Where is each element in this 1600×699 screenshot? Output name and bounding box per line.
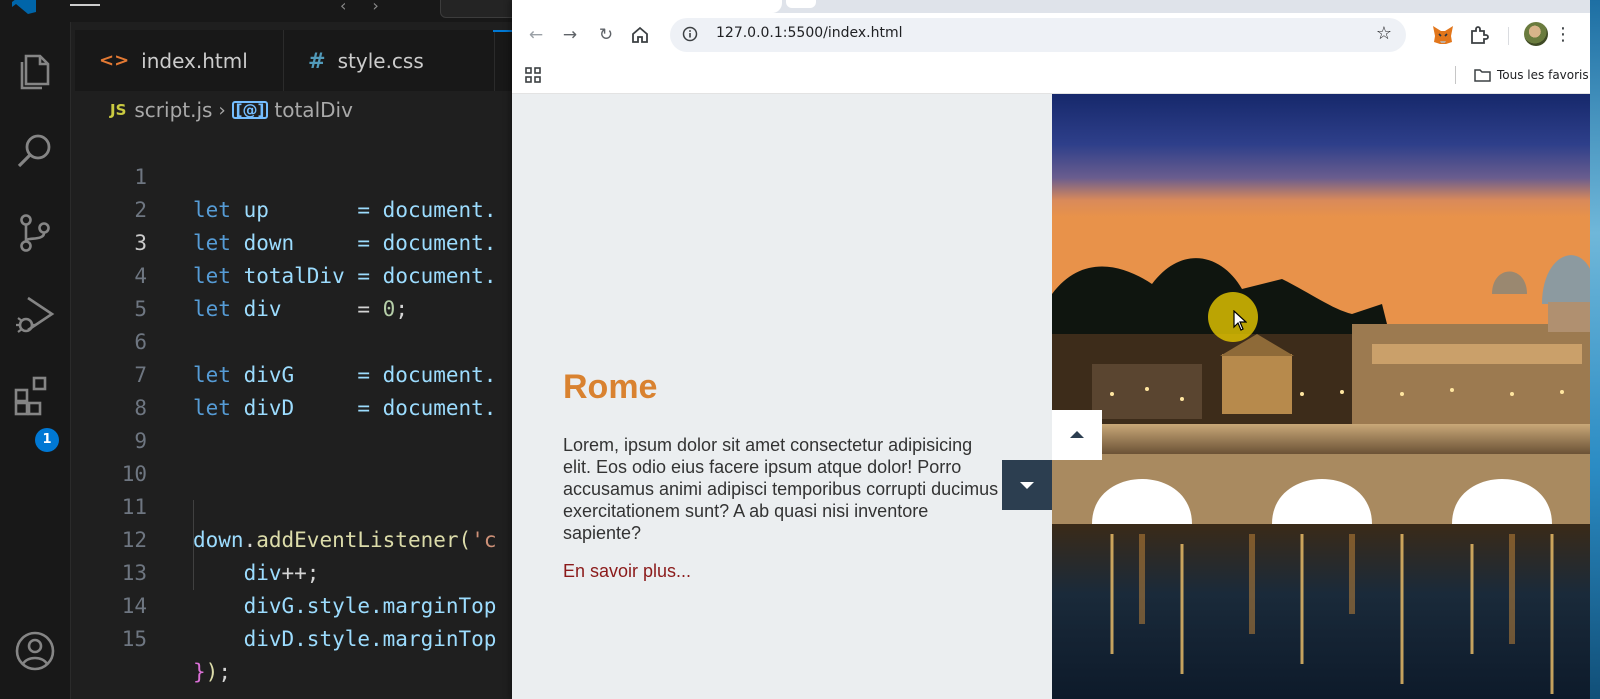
slide-title: Rome — [563, 368, 658, 406]
browser-toolbar: ← → ↻ 127.0.0.1:5500/index.html ☆ ⋮ — [512, 13, 1590, 58]
slide-image — [1052, 94, 1590, 699]
active-tab-indicator — [493, 30, 512, 32]
identifier: divD — [243, 627, 295, 651]
brace: } — [193, 660, 206, 684]
browser-tab[interactable] — [512, 0, 782, 13]
caret-up-icon — [1070, 431, 1084, 438]
code-line[interactable]: 15 }); — [75, 590, 512, 684]
tab-style-css[interactable]: # style.css — [284, 30, 495, 91]
mouse-cursor-icon — [1233, 310, 1247, 331]
menu-icon[interactable] — [70, 2, 100, 12]
new-tab-area[interactable] — [786, 0, 816, 8]
breadcrumb: JS script.js › [@] totalDiv — [110, 96, 353, 124]
nav-arrows-icon[interactable]: ‹› — [340, 0, 405, 15]
code-line[interactable]: 7 let divD = document. — [75, 326, 512, 420]
variable-symbol-icon: [@] — [231, 101, 269, 119]
source-control-icon[interactable] — [12, 210, 58, 256]
code-line[interactable]: 2 let down = document. — [75, 161, 512, 255]
browser-tab-strip — [512, 0, 1590, 13]
activity-bar: 1 — [0, 22, 71, 699]
home-icon[interactable] — [630, 25, 650, 45]
extensions-badge: 1 — [35, 428, 59, 452]
code-line[interactable]: 5 — [75, 260, 512, 321]
code-editor[interactable]: 1 let up = document. 2 let down = docume… — [75, 128, 512, 684]
code-line[interactable]: 12 div++; — [75, 491, 512, 585]
address-bar[interactable]: 127.0.0.1:5500/index.html ☆ — [670, 18, 1406, 52]
code-line[interactable]: 6 let divG = document. — [75, 293, 512, 387]
indent-guide — [193, 500, 194, 590]
slide-text-panel: Rome Lorem, ipsum dolor sit amet consect… — [512, 94, 1052, 699]
reload-icon[interactable]: ↻ — [595, 24, 617, 46]
code-line[interactable]: 1 let up = document. — [75, 128, 512, 222]
tab-label: style.css — [337, 48, 424, 73]
tab-label: index.html — [141, 48, 248, 73]
code-line[interactable]: 9 — [75, 392, 512, 453]
bookmarks-divider — [1455, 66, 1456, 84]
code-line[interactable]: 14 divD.style.marginTop — [75, 557, 512, 651]
code-line-current[interactable]: 3 let totalDiv = document. — [75, 194, 512, 288]
back-arrow-icon[interactable]: ← — [525, 24, 547, 46]
browser-window: ← → ↻ 127.0.0.1:5500/index.html ☆ ⋮ Tous… — [512, 0, 1590, 699]
url-text[interactable]: 127.0.0.1:5500/index.html — [716, 25, 903, 41]
code-line[interactable]: 8 — [75, 359, 512, 420]
run-debug-icon[interactable] — [12, 292, 58, 338]
editor-tabs: <> index.html # style.css — [75, 30, 512, 91]
html-file-icon: <> — [99, 50, 130, 71]
slider-down-button[interactable] — [1002, 460, 1052, 510]
slider-up-button[interactable] — [1052, 410, 1102, 460]
css-file-icon: # — [308, 48, 326, 73]
read-more-link[interactable]: En savoir plus... — [563, 561, 691, 582]
metamask-extension-icon[interactable] — [1430, 22, 1456, 48]
accounts-icon[interactable] — [12, 628, 58, 674]
all-bookmarks-folder[interactable]: Tous les favoris — [1474, 65, 1589, 85]
bookmarks-folder-label: Tous les favoris — [1497, 68, 1589, 82]
more-menu-icon[interactable]: ⋮ — [1554, 24, 1572, 46]
page-viewport: Rome Lorem, ipsum dolor sit amet consect… — [512, 94, 1590, 699]
slide-description: Lorem, ipsum dolor sit amet consectetur … — [563, 435, 999, 543]
code-line[interactable]: 11 down.addEventListener('c — [75, 458, 512, 552]
code-line[interactable]: 13 divG.style.marginTop — [75, 524, 512, 618]
code-line[interactable]: 4 let div = 0; — [75, 227, 512, 321]
extensions-puzzle-icon[interactable] — [1468, 24, 1490, 46]
forward-arrow-icon[interactable]: → — [559, 24, 581, 46]
desktop-background — [1590, 0, 1600, 699]
caret-down-icon — [1020, 482, 1034, 489]
vscode-logo-icon — [12, 0, 36, 14]
bookmark-star-icon[interactable]: ☆ — [1376, 23, 1392, 44]
js-file-icon: JS — [110, 101, 127, 119]
rome-night-photo — [1052, 94, 1590, 699]
extensions-icon[interactable] — [12, 374, 58, 420]
command-center[interactable] — [440, 0, 512, 18]
tab-index-html[interactable]: <> index.html — [75, 30, 284, 91]
chevron-right-icon: › — [218, 99, 226, 121]
search-icon[interactable] — [12, 128, 58, 174]
explorer-icon[interactable] — [12, 48, 58, 94]
vscode-titlebar: ‹› — [0, 0, 512, 22]
vscode-window: ‹› 1 <> index.html # style.css JS script… — [0, 0, 512, 699]
code-rest: .style.marginTop — [294, 627, 497, 651]
breadcrumb-symbol[interactable]: totalDiv — [274, 98, 353, 122]
site-info-icon[interactable] — [682, 26, 698, 42]
paren: ) — [205, 660, 219, 684]
line-number: 15 — [121, 627, 147, 651]
breadcrumb-file[interactable]: script.js — [134, 98, 212, 122]
code-line[interactable]: 10 — [75, 425, 512, 486]
bookmarks-bar: Tous les favoris — [512, 58, 1590, 94]
profile-avatar[interactable] — [1524, 22, 1548, 46]
apps-grid-icon[interactable] — [524, 66, 542, 84]
folder-icon — [1474, 69, 1491, 82]
semicolon: ; — [218, 660, 231, 684]
toolbar-divider — [1508, 27, 1509, 45]
